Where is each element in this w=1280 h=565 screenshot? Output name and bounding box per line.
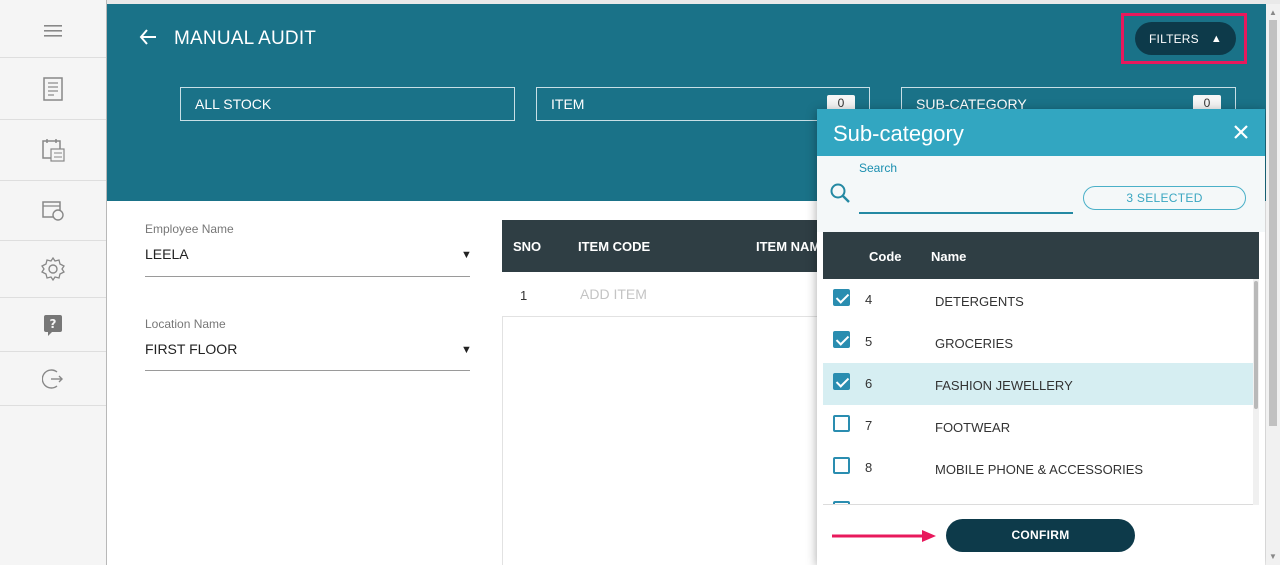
dialog-header: Sub-category [817, 109, 1265, 156]
dropdown-arrow-icon[interactable]: ▼ [461, 344, 472, 356]
menu-icon [44, 24, 62, 38]
col-item-name: ITEM NAM [756, 239, 821, 254]
checkbox[interactable] [833, 331, 850, 348]
col-code: Code [869, 249, 902, 264]
app-root: ? MANUAL AUDIT FILTERS ▲ ALL STOCK ITEM … [0, 0, 1280, 565]
selected-count-badge[interactable]: 3 SELECTED [1083, 186, 1246, 210]
sidebar-item-help[interactable]: ? [0, 298, 106, 352]
field-underline [145, 370, 470, 371]
history-icon [41, 200, 65, 222]
sidebar-item-report[interactable] [0, 58, 106, 120]
page-scroll-thumb[interactable] [1269, 20, 1277, 426]
list-item[interactable]: 5 GROCERIES [823, 321, 1257, 363]
checkbox[interactable] [833, 457, 850, 474]
sidebar-item-menu[interactable] [0, 4, 106, 58]
list-scroll-thumb[interactable] [1254, 281, 1258, 409]
list-item[interactable]: 8 MOBILE PHONE & ACCESSORIES [823, 447, 1257, 489]
dropdown-arrow-icon[interactable]: ▼ [461, 249, 472, 261]
employee-name-value[interactable]: LEELA [145, 246, 189, 262]
caret-up-icon: ▲ [1210, 32, 1222, 45]
col-sno: SNO [513, 239, 542, 254]
add-item-input[interactable]: ADD ITEM [580, 286, 647, 302]
audit-table-header: SNO ITEM CODE ITEM NAM [502, 220, 832, 272]
row-code: 4 [865, 292, 873, 307]
dialog-title: Sub-category [833, 121, 964, 146]
row-name: FASHION JEWELLERY [935, 378, 1073, 393]
page-scrollbar[interactable]: ▲ ▼ [1266, 4, 1280, 565]
settings-icon [40, 256, 66, 282]
list-item[interactable]: 4 DETERGENTS [823, 279, 1257, 321]
search-label: Search [859, 161, 898, 175]
calendar-icon [41, 138, 65, 162]
checkbox[interactable] [833, 373, 850, 390]
employee-name-label: Employee Name [145, 222, 234, 236]
sub-category-list: 4 DETERGENTS 5 GROCERIES 6 FASHION JEWEL… [823, 279, 1257, 505]
sub-category-dialog: Sub-category Search 3 SELECTED Code Name… [817, 109, 1265, 565]
row-code: 7 [865, 418, 873, 433]
list-item[interactable]: 7 FOOTWEAR [823, 405, 1257, 447]
search-input[interactable] [859, 178, 1073, 214]
search-icon [829, 182, 851, 209]
filters-button[interactable]: FILTERS ▲ [1135, 22, 1236, 55]
sidebar-item-history[interactable] [0, 181, 106, 241]
scroll-up-icon[interactable]: ▲ [1269, 8, 1277, 17]
svg-text:?: ? [50, 317, 57, 331]
page-title: MANUAL AUDIT [174, 28, 317, 49]
table-border [502, 317, 503, 565]
sidebar: ? [0, 0, 107, 565]
help-icon: ? [43, 314, 63, 336]
close-icon[interactable] [1231, 122, 1251, 142]
row-code: 5 [865, 334, 873, 349]
row-name: DETERGENTS [935, 294, 1024, 309]
checkbox[interactable] [833, 501, 850, 504]
annotation-arrow-icon [832, 528, 938, 549]
sidebar-item-calendar[interactable] [0, 120, 106, 181]
confirm-button[interactable]: CONFIRM [946, 519, 1135, 552]
report-icon [42, 76, 64, 101]
list-item[interactable]: 6 FASHION JEWELLERY [823, 363, 1257, 405]
back-arrow-icon[interactable] [138, 27, 158, 52]
table-row: 1 ADD ITEM [502, 272, 832, 317]
filters-label: FILTERS [1149, 31, 1199, 46]
scroll-down-icon[interactable]: ▼ [1269, 552, 1277, 561]
checkbox[interactable] [833, 415, 850, 432]
sidebar-item-settings[interactable] [0, 241, 106, 298]
row-name: FOOTWEAR [935, 420, 1011, 435]
checkbox[interactable] [833, 289, 850, 306]
row-code: 8 [865, 460, 873, 475]
list-item-partial[interactable] [823, 491, 1257, 504]
row-sno: 1 [520, 288, 528, 303]
row-name: MOBILE PHONE & ACCESSORIES [935, 462, 1144, 477]
row-code: 6 [865, 376, 873, 391]
location-name-value[interactable]: FIRST FLOOR [145, 341, 237, 357]
row-name: GROCERIES [935, 336, 1014, 351]
filter-label: ALL STOCK [195, 96, 272, 112]
field-underline [145, 276, 470, 277]
filter-all-stock[interactable]: ALL STOCK [180, 87, 515, 121]
search-area: Search 3 SELECTED [817, 156, 1265, 232]
col-name: Name [931, 249, 967, 264]
location-name-label: Location Name [145, 317, 226, 331]
sidebar-item-logout[interactable] [0, 352, 106, 406]
col-item-code: ITEM CODE [578, 239, 651, 254]
list-header: Code Name [823, 232, 1259, 279]
logout-icon [42, 368, 64, 390]
filter-label: ITEM [551, 96, 585, 112]
